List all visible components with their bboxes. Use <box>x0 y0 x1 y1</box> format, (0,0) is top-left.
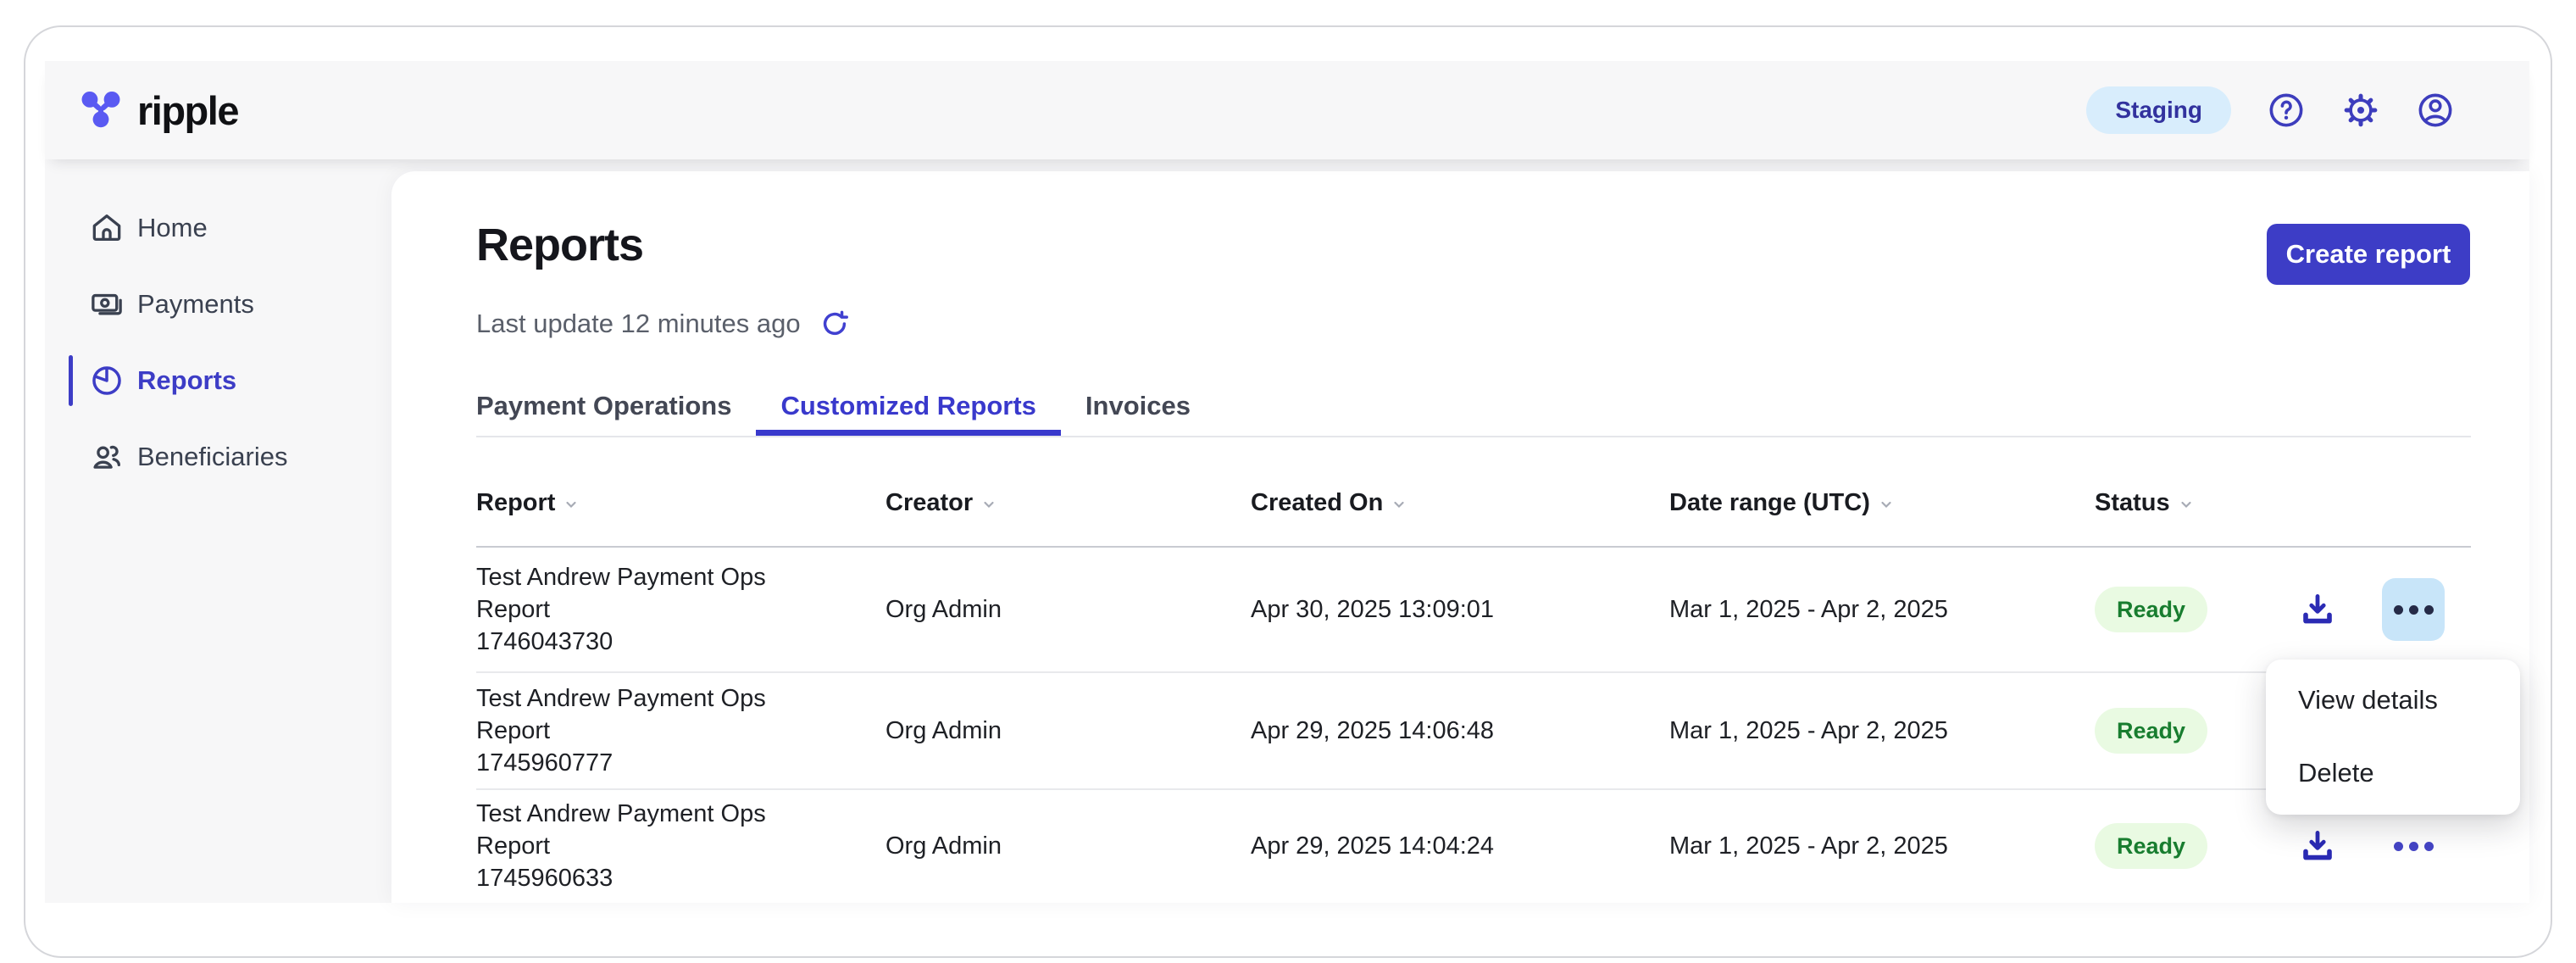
creator-cell: Org Admin <box>886 830 1251 862</box>
brand-wordmark: ripple <box>137 87 238 134</box>
created-on-cell: Apr 29, 2025 14:06:48 <box>1251 715 1669 747</box>
report-id: 1745960777 <box>476 747 835 779</box>
report-name: Test Andrew Payment Ops Report <box>476 798 835 862</box>
date-range-cell: Mar 1, 2025 - Apr 2, 2025 <box>1669 593 2095 626</box>
table-row: Test Andrew Payment Ops Report 174596077… <box>476 673 2471 790</box>
row-context-menu: View details Delete <box>2266 660 2520 815</box>
reports-icon <box>87 361 126 400</box>
create-report-button[interactable]: Create report <box>2267 224 2470 285</box>
ripple-logo[interactable]: ripple <box>76 84 238 137</box>
table-header: Report Creator Created On Date range (UT… <box>476 459 2471 548</box>
status-badge: Ready <box>2095 823 2207 869</box>
profile-icon[interactable] <box>2416 91 2455 130</box>
report-name: Test Andrew Payment Ops Report <box>476 682 835 747</box>
table-row: Test Andrew Payment Ops Report 174596063… <box>476 790 2471 902</box>
sidebar: Home Payments Reports <box>45 159 391 495</box>
report-id: 1746043730 <box>476 626 835 658</box>
column-header-status[interactable]: Status <box>2095 489 2290 517</box>
menu-item-delete[interactable]: Delete <box>2266 737 2520 810</box>
sidebar-item-payments[interactable]: Payments <box>45 266 391 342</box>
status-badge: Ready <box>2095 587 2207 632</box>
home-icon <box>87 209 126 248</box>
sidebar-item-beneficiaries[interactable]: Beneficiaries <box>45 419 391 495</box>
creator-cell: Org Admin <box>886 593 1251 626</box>
tab-invoices[interactable]: Invoices <box>1061 389 1215 436</box>
menu-item-view-details[interactable]: View details <box>2266 664 2520 737</box>
column-header-date-range[interactable]: Date range (UTC) <box>1669 489 2095 517</box>
tab-payment-operations[interactable]: Payment Operations <box>452 389 756 436</box>
download-icon[interactable] <box>2296 588 2339 631</box>
date-range-cell: Mar 1, 2025 - Apr 2, 2025 <box>1669 715 2095 747</box>
date-range-cell: Mar 1, 2025 - Apr 2, 2025 <box>1669 830 2095 862</box>
reports-table-body: Test Andrew Payment Ops Report 174604373… <box>476 548 2471 902</box>
help-icon[interactable] <box>2267 91 2306 130</box>
chevron-down-icon <box>2178 496 2195 513</box>
sidebar-item-home[interactable]: Home <box>45 190 391 266</box>
sidebar-label: Home <box>137 213 208 243</box>
tab-customized-reports[interactable]: Customized Reports <box>756 389 1060 436</box>
settings-gear-icon[interactable] <box>2341 91 2380 130</box>
chevron-down-icon <box>980 496 997 513</box>
sidebar-label: Payments <box>137 289 254 320</box>
payments-icon <box>87 285 126 324</box>
reports-table: Report Creator Created On Date range (UT… <box>476 459 2471 902</box>
refresh-icon[interactable] <box>818 307 852 341</box>
page-title: Reports <box>476 218 643 272</box>
ripple-triskelion-icon <box>76 84 125 137</box>
topbar-actions: Staging <box>2086 86 2455 134</box>
creator-cell: Org Admin <box>886 715 1251 747</box>
column-header-report[interactable]: Report <box>476 489 886 517</box>
top-bar: ripple Staging <box>45 61 2529 159</box>
ellipsis-icon <box>2394 842 2403 851</box>
last-update-text: Last update 12 minutes ago <box>476 309 801 339</box>
last-update-row: Last update 12 minutes ago <box>476 305 852 342</box>
main-content: Reports Last update 12 minutes ago Creat… <box>391 171 2529 903</box>
tab-bar: Payment Operations Customized Reports In… <box>476 389 2471 437</box>
sidebar-label: Reports <box>137 365 236 396</box>
created-on-cell: Apr 30, 2025 13:09:01 <box>1251 593 1669 626</box>
active-indicator <box>69 355 73 406</box>
sidebar-label: Beneficiaries <box>137 442 287 472</box>
chevron-down-icon <box>1878 496 1895 513</box>
created-on-cell: Apr 29, 2025 14:04:24 <box>1251 830 1669 862</box>
ellipsis-icon <box>2394 605 2403 615</box>
more-actions-button[interactable] <box>2382 815 2445 877</box>
environment-badge: Staging <box>2086 86 2231 134</box>
sidebar-item-reports[interactable]: Reports <box>45 342 391 419</box>
chevron-down-icon <box>563 496 580 513</box>
more-actions-button[interactable] <box>2382 578 2445 641</box>
app-window: ripple Staging <box>24 25 2552 958</box>
column-header-creator[interactable]: Creator <box>886 489 1251 517</box>
status-badge: Ready <box>2095 708 2207 754</box>
column-header-created-on[interactable]: Created On <box>1251 489 1669 517</box>
table-row: Test Andrew Payment Ops Report 174604373… <box>476 548 2471 673</box>
beneficiaries-icon <box>87 437 126 476</box>
report-id: 1745960633 <box>476 862 835 894</box>
report-name: Test Andrew Payment Ops Report <box>476 561 835 626</box>
chevron-down-icon <box>1391 496 1407 513</box>
download-icon[interactable] <box>2296 825 2339 867</box>
